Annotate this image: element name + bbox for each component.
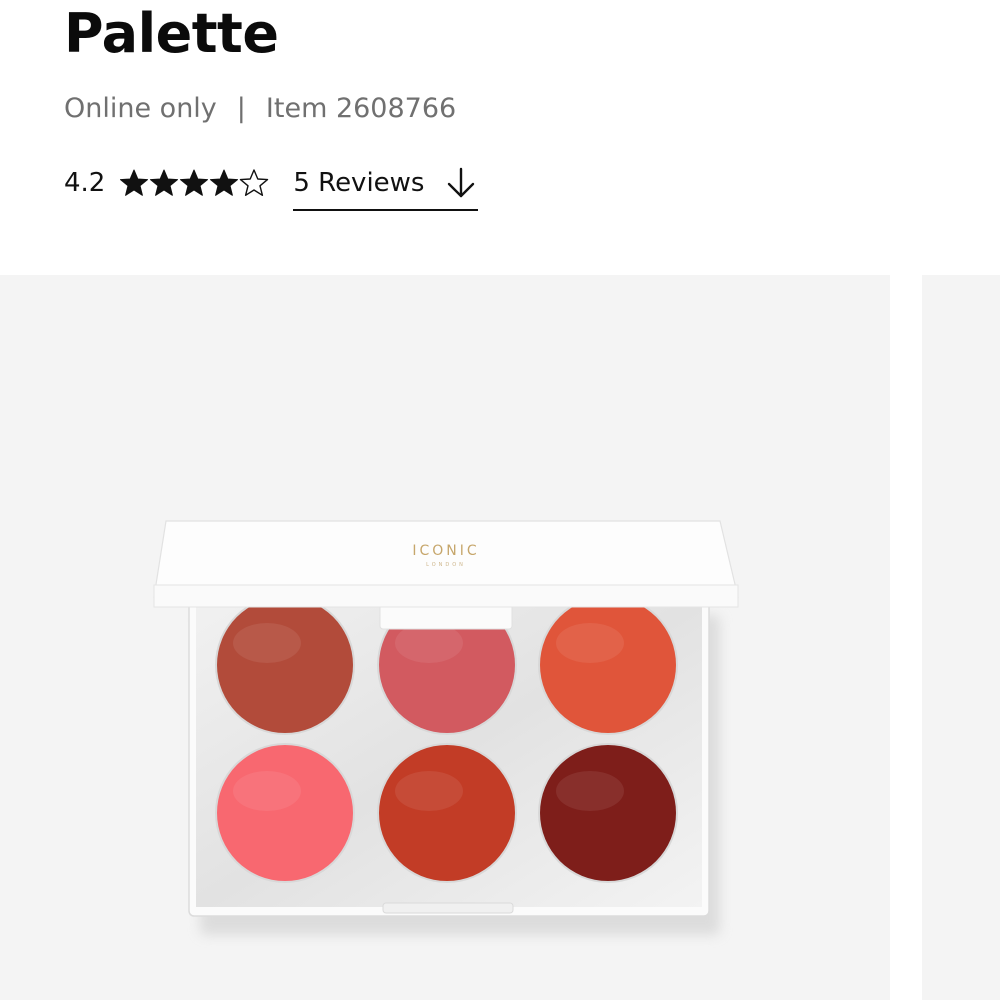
meta-separator: |	[236, 93, 246, 124]
color-swatch	[540, 597, 676, 733]
rating-value: 4.2	[64, 168, 106, 198]
reviews-link[interactable]: 5 Reviews	[293, 163, 479, 211]
product-title: Palette	[64, 2, 279, 65]
color-swatch	[217, 745, 353, 881]
star-outline-icon	[240, 169, 269, 196]
arrow-down-icon	[448, 167, 475, 198]
color-swatch	[217, 597, 353, 733]
product-image-panel[interactable]: ICONIC LONDON	[0, 275, 890, 1000]
next-image-panel[interactable]	[922, 275, 1000, 1000]
star-filled-icon	[150, 169, 179, 196]
swatch-sheen	[556, 623, 624, 663]
svg-text:LONDON: LONDON	[426, 562, 466, 568]
brand-logo: ICONIC	[412, 543, 479, 559]
rating-stars	[119, 163, 269, 203]
star-filled-icon	[180, 169, 209, 196]
item-number: Item 2608766	[265, 93, 457, 124]
swatch-sheen	[395, 771, 463, 811]
color-swatch	[379, 745, 515, 881]
product-meta: Online only | Item 2608766	[64, 93, 456, 124]
reviews-label: 5 Reviews	[293, 168, 425, 198]
availability-label: Online only	[64, 93, 217, 124]
rating-row: 4.2 5 Reviews	[64, 163, 479, 215]
swatch-sheen	[233, 623, 301, 663]
star-filled-icon	[120, 169, 149, 196]
swatch-sheen	[556, 771, 624, 811]
star-filled-icon	[210, 169, 239, 196]
color-swatch	[540, 745, 676, 881]
product-page: Palette Online only | Item 2608766 4.2 5…	[0, 0, 1000, 1000]
product-image: ICONIC LONDON	[153, 520, 739, 935]
swatch-sheen	[233, 771, 301, 811]
